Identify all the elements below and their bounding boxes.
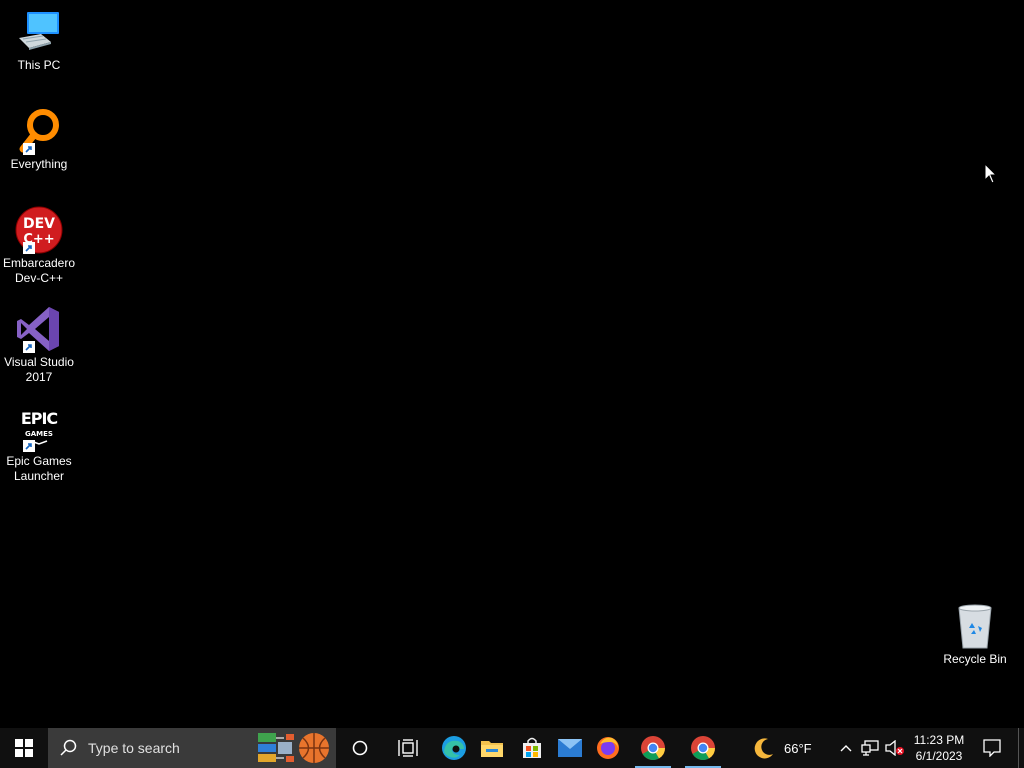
taskbar-search-box[interactable]: Type to search	[48, 728, 336, 768]
visual-studio-icon	[15, 305, 63, 353]
epic-games-icon: EPIC GAMES	[15, 404, 63, 452]
network-button[interactable]	[858, 728, 882, 768]
notification-icon	[983, 739, 1001, 757]
task-view-button[interactable]	[388, 728, 428, 768]
desktop-icon-devcpp[interactable]: DEV C++ Embarcadero Dev-C++	[0, 206, 78, 286]
moon-weather-icon	[754, 738, 773, 759]
taskbar-clock[interactable]: 11:23 PM 6/1/2023	[906, 728, 972, 768]
chrome-button-1[interactable]	[633, 728, 673, 768]
chrome-icon	[641, 736, 665, 761]
search-placeholder: Type to search	[88, 740, 180, 756]
devcpp-icon: DEV C++	[15, 206, 63, 254]
weather-temperature: 66°F	[784, 740, 812, 756]
svg-text:DEV: DEV	[23, 216, 55, 232]
store-icon	[523, 737, 541, 758]
shortcut-arrow-icon	[23, 242, 35, 254]
svg-text:EPIC: EPIC	[21, 409, 58, 428]
desktop-icon-label: Recycle Bin	[943, 652, 1007, 666]
taskbar: Type to search 66°F 11:23 PM 6/1/2023	[0, 728, 1024, 768]
svg-text:GAMES: GAMES	[25, 430, 53, 438]
windows-logo-icon	[15, 739, 33, 757]
clock-date: 6/1/2023	[915, 749, 963, 763]
everything-icon	[15, 107, 63, 155]
file-explorer-button[interactable]	[472, 728, 512, 768]
search-highlight-icon	[258, 733, 329, 763]
mail-button[interactable]	[550, 728, 590, 768]
desktop-icon-epic-games[interactable]: EPIC GAMES Epic Games Launcher	[0, 404, 78, 484]
volume-muted-icon	[885, 740, 904, 756]
cortana-icon	[352, 740, 368, 756]
action-center-button[interactable]	[976, 728, 1008, 768]
mail-icon	[558, 739, 582, 757]
desktop: This PC Everything DEV C++ Embarcadero D…	[0, 0, 1024, 728]
start-button[interactable]	[0, 728, 48, 768]
desktop-icon-everything[interactable]: Everything	[0, 107, 78, 172]
desktop-icon-label: Visual Studio 2017	[4, 355, 74, 384]
desktop-icon-label: Epic Games Launcher	[6, 454, 72, 483]
this-pc-icon	[15, 8, 63, 56]
shortcut-arrow-icon	[23, 143, 35, 155]
weather-widget[interactable]: 66°F	[752, 728, 812, 768]
chrome-icon	[691, 736, 715, 761]
show-desktop-button[interactable]	[1018, 728, 1024, 768]
show-hidden-icons-button[interactable]	[834, 728, 858, 768]
edge-button[interactable]	[434, 728, 474, 768]
network-icon	[861, 740, 879, 756]
desktop-icon-visual-studio[interactable]: Visual Studio 2017	[0, 305, 78, 385]
desktop-icon-recycle-bin[interactable]: Recycle Bin	[936, 602, 1014, 667]
file-explorer-icon	[481, 741, 503, 757]
cortana-button[interactable]	[340, 728, 380, 768]
chevron-up-icon	[840, 745, 852, 752]
task-view-icon	[398, 739, 418, 757]
desktop-icon-label: Embarcadero Dev-C++	[2, 256, 76, 285]
recycle-bin-icon	[951, 602, 999, 650]
clock-time: 11:23 PM	[913, 733, 965, 747]
edge-icon	[442, 736, 466, 760]
firefox-button[interactable]	[588, 728, 628, 768]
shortcut-arrow-icon	[23, 440, 35, 452]
chrome-button-2[interactable]	[683, 728, 723, 768]
desktop-icon-label: Everything	[10, 157, 68, 171]
desktop-icon-this-pc[interactable]: This PC	[0, 8, 78, 73]
mouse-cursor-icon	[984, 163, 998, 184]
firefox-icon	[597, 737, 619, 759]
desktop-icon-label: This PC	[17, 58, 61, 72]
search-icon	[60, 739, 77, 756]
store-button[interactable]	[512, 728, 552, 768]
volume-button[interactable]	[883, 728, 907, 768]
shortcut-arrow-icon	[23, 341, 35, 353]
